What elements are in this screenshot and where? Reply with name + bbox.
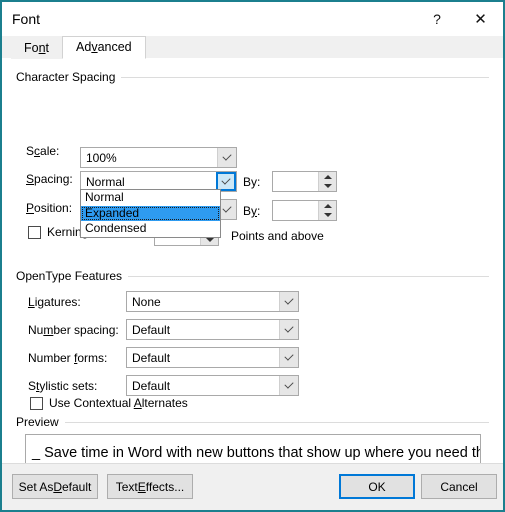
spinner-down-icon[interactable] bbox=[319, 182, 336, 192]
text-effects-button[interactable]: Text Effects... bbox=[107, 474, 193, 499]
character-spacing-title: Character Spacing bbox=[16, 70, 122, 84]
ok-button[interactable]: OK bbox=[339, 474, 415, 499]
set-as-default-button[interactable]: Set As Default bbox=[12, 474, 98, 499]
tab-strip: Font Advanced bbox=[2, 36, 503, 59]
preview-sample-text: _ Save time in Word with new buttons tha… bbox=[32, 445, 481, 461]
scale-combo[interactable]: 100% bbox=[80, 147, 237, 168]
number-spacing-combo[interactable]: Default bbox=[126, 319, 299, 340]
stylistic-sets-combo-value: Default bbox=[132, 378, 171, 393]
ligatures-label: Ligatures: bbox=[28, 295, 81, 309]
number-forms-combo[interactable]: Default bbox=[126, 347, 299, 368]
font-dialog: Font ? ✕ Font Advanced Character Spacing… bbox=[0, 0, 505, 512]
ligatures-combo[interactable]: None bbox=[126, 291, 299, 312]
spinner-up-icon[interactable] bbox=[319, 172, 336, 182]
tab-font-label: Font bbox=[24, 41, 50, 55]
spacing-by-label: By: bbox=[243, 175, 261, 189]
spinner-up-icon[interactable] bbox=[319, 201, 336, 211]
dialog-title: Font bbox=[12, 11, 41, 27]
kerning-suffix-label: Points and above bbox=[231, 229, 324, 243]
cancel-button[interactable]: Cancel bbox=[421, 474, 497, 499]
opentype-title: OpenType Features bbox=[16, 269, 129, 283]
dialog-footer: Set As Default Text Effects... OK Cancel bbox=[2, 463, 503, 510]
spacing-by-value bbox=[273, 172, 318, 191]
number-forms-combo-value: Default bbox=[132, 350, 171, 365]
stylistic-sets-label: Stylistic sets: bbox=[28, 379, 98, 393]
chevron-down-icon[interactable] bbox=[279, 376, 298, 395]
kerning-checkbox[interactable] bbox=[28, 225, 41, 239]
tab-advanced-label: Advanced bbox=[76, 40, 132, 54]
contextual-alternates-label: Use Contextual Alternates bbox=[49, 396, 188, 410]
title-bar-buttons: ? ✕ bbox=[416, 2, 503, 36]
contextual-alternates-row: Use Contextual Alternates bbox=[30, 396, 188, 410]
position-by-label: By: bbox=[243, 204, 261, 218]
title-bar: Font ? ✕ bbox=[2, 2, 503, 36]
chevron-down-icon[interactable] bbox=[279, 320, 298, 339]
tab-advanced[interactable]: Advanced bbox=[62, 36, 146, 59]
dropdown-option-expanded[interactable]: Expanded bbox=[81, 205, 220, 222]
spacing-row: Spacing: bbox=[26, 172, 80, 186]
position-by-buttons[interactable] bbox=[318, 201, 336, 220]
tab-font[interactable]: Font bbox=[11, 37, 63, 59]
spacing-by-stepper[interactable] bbox=[272, 171, 337, 192]
group-divider-preview bbox=[16, 422, 489, 423]
scale-label: Scale: bbox=[26, 144, 60, 158]
ligatures-combo-value: None bbox=[132, 294, 161, 309]
contextual-alternates-checkbox[interactable] bbox=[30, 396, 43, 410]
spacing-by-buttons[interactable] bbox=[318, 172, 336, 191]
number-spacing-label: Number spacing: bbox=[28, 323, 119, 337]
preview-title: Preview bbox=[16, 415, 65, 429]
dropdown-option-normal[interactable]: Normal bbox=[81, 190, 220, 206]
dropdown-option-condensed[interactable]: Condensed bbox=[81, 221, 220, 237]
stylistic-sets-combo[interactable]: Default bbox=[126, 375, 299, 396]
scale-combo-value: 100% bbox=[86, 150, 117, 165]
number-forms-label: Number forms: bbox=[28, 351, 108, 365]
help-icon[interactable]: ? bbox=[416, 2, 458, 36]
scale-row: Scale: bbox=[26, 144, 80, 158]
chevron-down-icon[interactable] bbox=[279, 348, 298, 367]
spinner-down-icon[interactable] bbox=[319, 211, 336, 221]
position-by-value bbox=[273, 201, 318, 220]
close-icon[interactable]: ✕ bbox=[458, 2, 503, 36]
position-row: Position: bbox=[26, 201, 80, 215]
spacing-combo-value: Normal bbox=[86, 174, 125, 189]
chevron-down-icon[interactable] bbox=[217, 148, 236, 167]
spacing-label: Spacing: bbox=[26, 172, 73, 186]
position-label: Position: bbox=[26, 201, 73, 215]
dialog-body: Character Spacing Scale: 100% Spacing: N… bbox=[2, 59, 503, 493]
number-spacing-combo-value: Default bbox=[132, 322, 171, 337]
position-by-stepper[interactable] bbox=[272, 200, 337, 221]
spacing-dropdown-list[interactable]: Normal Expanded Condensed bbox=[80, 189, 221, 238]
chevron-down-icon[interactable] bbox=[279, 292, 298, 311]
